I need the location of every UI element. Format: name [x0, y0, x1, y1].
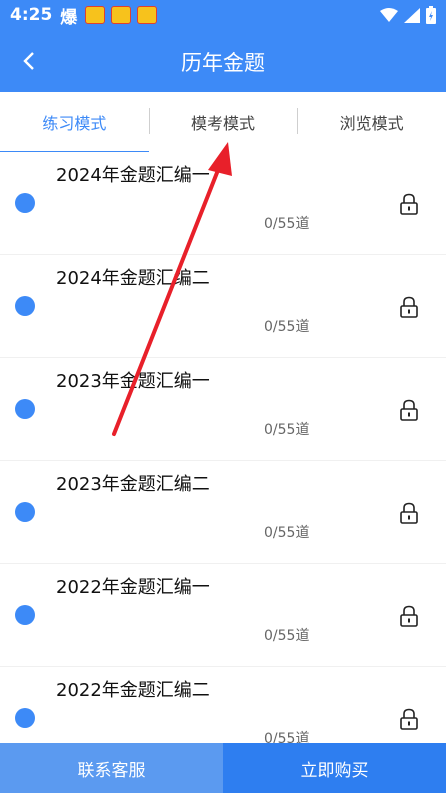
- tab-browse-mode[interactable]: 浏览模式: [297, 92, 446, 152]
- status-dot-icon: [15, 296, 35, 316]
- list-item[interactable]: 2023年金题汇编一 0/55道: [0, 358, 446, 460]
- lock-icon: [400, 296, 418, 318]
- question-set-list: 2024年金题汇编一 0/55道 2024年金题汇编二 0/55道 2023年金…: [0, 152, 446, 743]
- status-bar: 4:25 爆: [0, 0, 446, 30]
- list-item[interactable]: 2023年金题汇编二 0/55道: [0, 461, 446, 563]
- tab-divider: [297, 108, 298, 134]
- item-title: 2023年金题汇编一: [56, 371, 210, 392]
- item-title: 2022年金题汇编二: [56, 680, 210, 701]
- item-progress: 0/55道: [264, 628, 310, 644]
- item-title: 2022年金题汇编一: [56, 577, 210, 598]
- tab-divider: [149, 108, 150, 134]
- tab-mock-exam-mode[interactable]: 模考模式: [149, 92, 298, 152]
- status-dot-icon: [15, 193, 35, 213]
- tab-practice-mode[interactable]: 练习模式: [0, 92, 149, 153]
- list-item[interactable]: 2024年金题汇编二 0/55道: [0, 255, 446, 357]
- list-item[interactable]: 2022年金题汇编一 0/55道: [0, 564, 446, 666]
- bottom-action-bar: 联系客服 立即购买: [0, 743, 446, 793]
- battery-icon: [426, 6, 436, 24]
- lock-icon: [400, 399, 418, 421]
- list-item[interactable]: 2024年金题汇编一 0/55道: [0, 152, 446, 254]
- status-dot-icon: [15, 708, 35, 728]
- app-notification-icon: [111, 6, 132, 24]
- contact-service-button[interactable]: 联系客服: [0, 743, 223, 793]
- item-title: 2023年金题汇编二: [56, 474, 210, 495]
- lock-icon: [400, 605, 418, 627]
- notification-icons: [85, 6, 158, 24]
- item-progress: 0/55道: [264, 319, 310, 335]
- status-extra-text: 爆: [60, 7, 78, 28]
- item-progress: 0/55道: [264, 216, 310, 232]
- status-time: 4:25: [10, 5, 53, 25]
- mode-tabs: 练习模式 模考模式 浏览模式: [0, 92, 446, 153]
- item-progress: 0/55道: [264, 731, 310, 743]
- item-title: 2024年金题汇编一: [56, 165, 210, 186]
- page-title: 历年金题: [181, 51, 265, 75]
- item-progress: 0/55道: [264, 422, 310, 438]
- buy-now-button[interactable]: 立即购买: [223, 743, 446, 793]
- lock-icon: [400, 193, 418, 215]
- status-dot-icon: [15, 605, 35, 625]
- lock-icon: [400, 708, 418, 730]
- app-notification-icon: [137, 6, 158, 24]
- wifi-icon: [380, 7, 398, 22]
- item-title: 2024年金题汇编二: [56, 268, 210, 289]
- item-progress: 0/55道: [264, 525, 310, 541]
- signal-icon: [404, 7, 420, 23]
- system-icons: [380, 6, 436, 24]
- status-dot-icon: [15, 399, 35, 419]
- app-header: 历年金题: [0, 30, 446, 92]
- app-notification-icon: [85, 6, 106, 24]
- status-dot-icon: [15, 502, 35, 522]
- list-item[interactable]: 2022年金题汇编二 0/55道: [0, 667, 446, 743]
- lock-icon: [400, 502, 418, 524]
